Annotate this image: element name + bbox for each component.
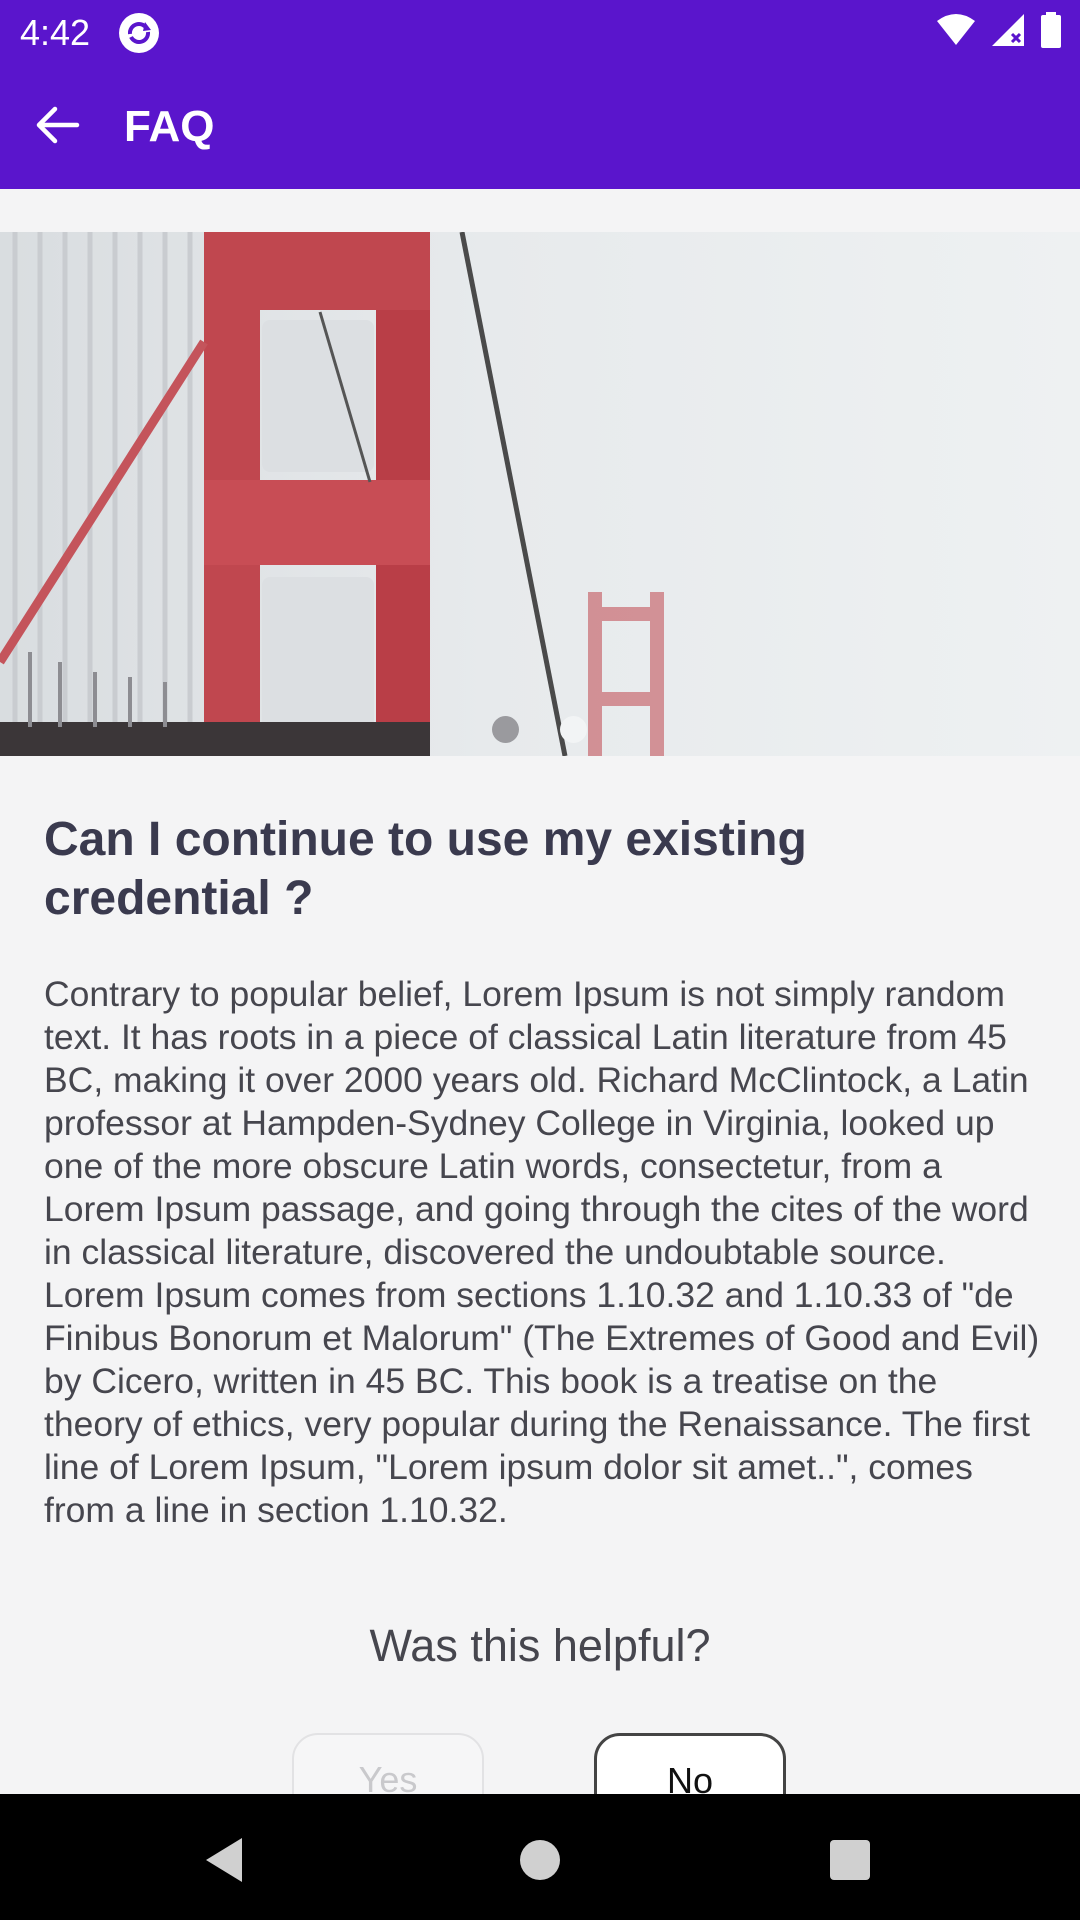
nav-recents-button[interactable]: [820, 1832, 880, 1892]
back-arrow-icon: [33, 105, 81, 150]
wifi-icon: [936, 13, 976, 52]
nav-recents-icon: [829, 1839, 871, 1886]
carousel-dot-1[interactable]: [492, 716, 519, 743]
nav-back-button[interactable]: [194, 1832, 254, 1892]
image-carousel[interactable]: [0, 232, 1080, 756]
app-bar: FAQ: [0, 64, 1080, 189]
bridge-image: [0, 232, 664, 756]
refresh-app-icon: [118, 12, 160, 54]
battery-icon: [1040, 12, 1062, 53]
page-title: FAQ: [124, 102, 215, 151]
status-time: 4:42: [20, 12, 91, 53]
faq-answer: Contrary to popular belief, Lorem Ipsum …: [44, 974, 1040, 1530]
faq-question: Can I continue to use my existing creden…: [44, 813, 807, 925]
helpful-prompt: Was this helpful?: [369, 1620, 711, 1671]
nav-home-icon: [518, 1838, 562, 1887]
nav-back-icon: [202, 1836, 246, 1889]
carousel-dot-2[interactable]: [560, 716, 587, 743]
status-bar: 4:42: [0, 0, 1080, 64]
carousel-indicator: [0, 716, 1080, 744]
signal-icon: [990, 12, 1026, 53]
back-button[interactable]: [22, 92, 92, 162]
status-icons: [936, 12, 1062, 53]
system-nav-bar: [0, 1794, 1080, 1920]
nav-home-button[interactable]: [510, 1832, 570, 1892]
